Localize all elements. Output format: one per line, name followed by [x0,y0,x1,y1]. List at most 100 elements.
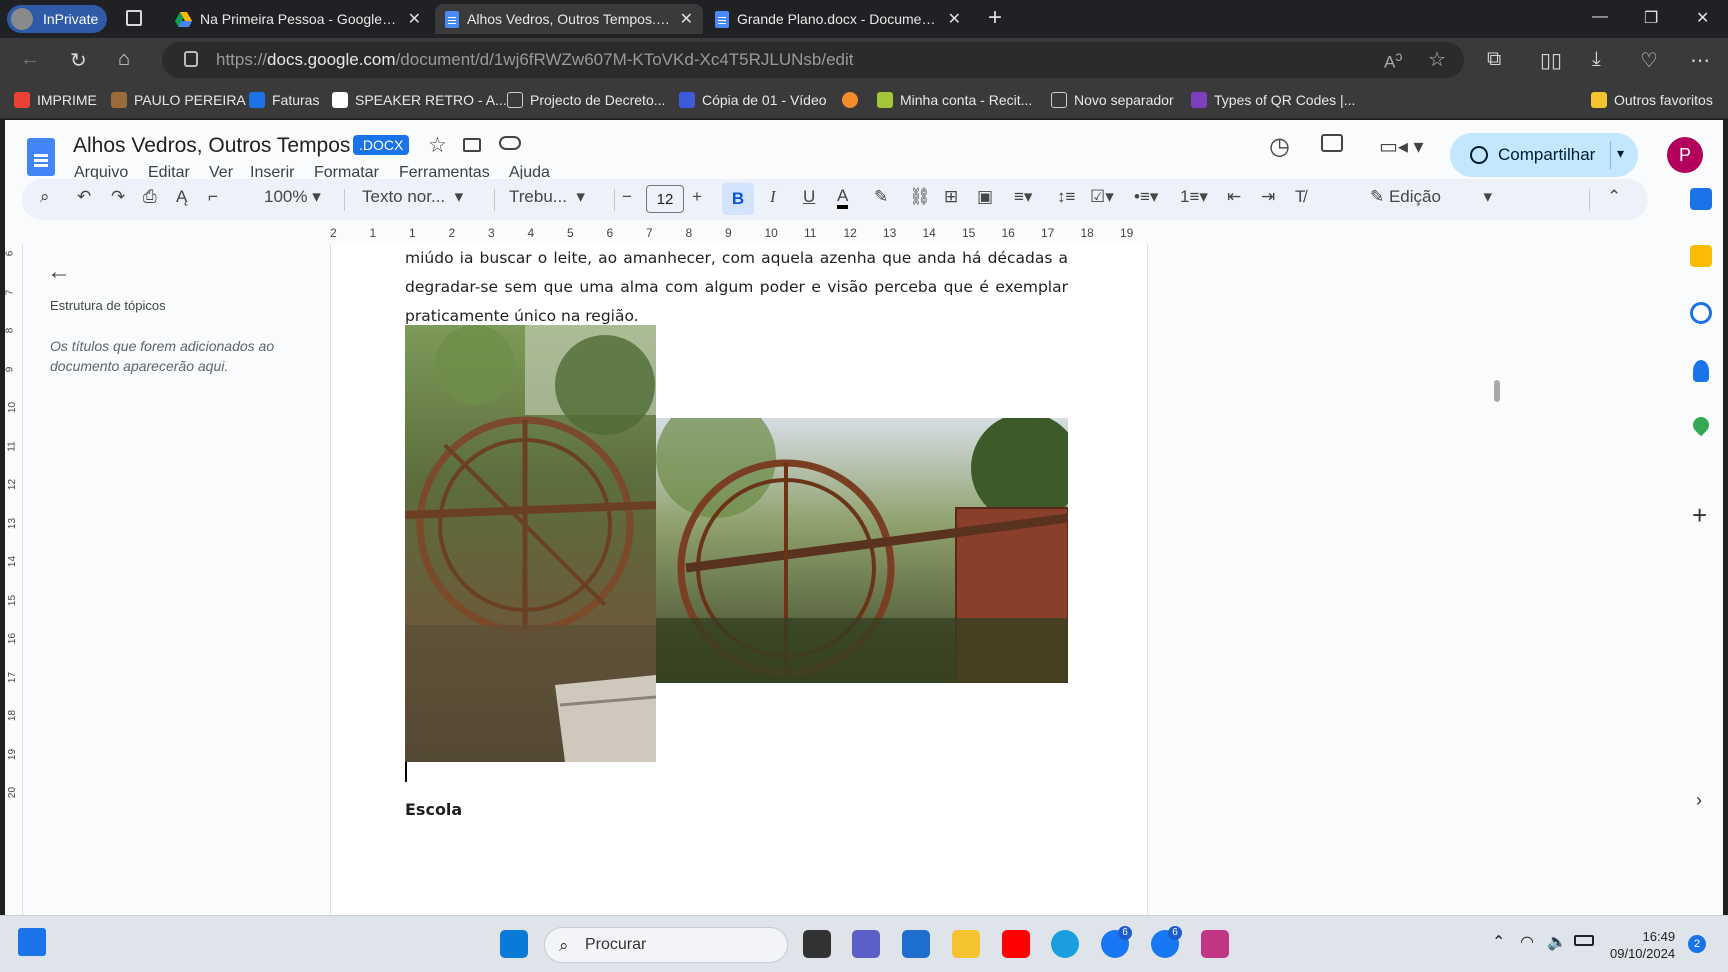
italic-icon[interactable]: I [770,187,776,207]
search-icon[interactable]: ⌕ [40,187,50,207]
collapse-menus-icon[interactable]: ⌃ [1607,187,1621,207]
widgets-icon[interactable] [18,928,46,956]
clear-formatting-icon[interactable]: T̸ [1295,187,1305,207]
expand-panel-icon[interactable]: › [1696,790,1702,811]
more-menu-icon[interactable]: ⋯ [1690,48,1710,73]
horizontal-ruler[interactable]: 2 1 1 2 3 4 5 6 7 8 9 10 11 12 13 14 15 16 17 18 19 [326,226,1356,244]
tab-google-drive[interactable]: Na Primeira Pessoa - Google Drive ✕ [165,4,431,34]
minimize-icon[interactable]: — [1592,8,1608,26]
checklist-icon[interactable]: ☑▾ [1090,187,1114,207]
bookmark-faturas[interactable]: Faturas [249,92,319,108]
close-window-icon[interactable]: ✕ [1696,8,1709,28]
highlight-icon[interactable]: ✎ [874,187,888,207]
body-paragraph[interactable]: miúdo ia buscar o leite, ao amanhecer, c… [405,244,1068,331]
spellcheck-icon[interactable]: Ą [176,187,187,207]
decrease-font-icon[interactable]: − [622,187,632,207]
url-input[interactable]: https://docs.google.com/document/d/1wj6f… [162,42,1464,78]
align-icon[interactable]: ≡▾ [1014,187,1032,207]
back-icon[interactable]: ← [20,48,40,71]
bookmark-projecto-decreto[interactable]: Projecto de Decreto... [507,92,665,108]
downloads-icon[interactable]: ⤓ [1592,48,1601,71]
close-tab-icon[interactable]: ✕ [680,9,693,29]
read-aloud-icon[interactable]: Aↄ [1384,49,1402,73]
task-view-icon[interactable] [803,930,831,958]
document-scrollbar[interactable] [1494,380,1500,402]
zoom-select[interactable]: 100% ▾ [264,187,321,207]
close-tab-icon[interactable]: ✕ [948,9,961,29]
browser-essentials-icon[interactable]: ♡ [1640,48,1658,73]
other-favorites[interactable]: Outros favoritos [1591,92,1713,108]
volume-icon[interactable]: 🔈 [1547,932,1567,952]
tab-actions-icon[interactable] [126,10,142,26]
add-addon-icon[interactable]: + [1692,500,1707,531]
wifi-icon[interactable]: ◠ [1520,932,1534,952]
share-dropdown-icon[interactable]: ▾ [1617,145,1624,162]
section-heading[interactable]: Escola [405,800,462,819]
contacts-icon[interactable] [1693,360,1709,382]
bookmark-qr-codes[interactable]: Types of QR Codes |... [1191,92,1355,108]
photo-waterwheel-horizontal[interactable] [656,418,1068,683]
inprivate-button[interactable]: InPrivate [7,5,107,33]
decrease-indent-icon[interactable]: ⇤ [1227,187,1241,207]
bulleted-list-icon[interactable]: •≡▾ [1134,187,1158,207]
photo-waterwheel-vertical[interactable] [405,325,656,762]
insert-image-icon[interactable]: ▣ [977,187,993,207]
split-screen-icon[interactable]: ▯▯ [1540,48,1562,73]
taskbar-search-input[interactable]: ⌕ Procurar [544,927,788,963]
bookmark-speaker-retro[interactable]: SPEAKER RETRO - A... [332,92,507,108]
edge-icon[interactable] [1051,930,1079,958]
bookmark-copia-video[interactable]: Cópia de 01 - Vídeo [679,92,827,108]
redo-icon[interactable]: ↷ [111,187,125,207]
paint-format-icon[interactable]: ⌐ [208,187,218,207]
cloud-status-icon[interactable] [499,136,521,150]
text-color-icon[interactable]: A [837,187,849,209]
font-size-input[interactable]: 12 [646,185,684,213]
underline-icon[interactable]: U [803,187,815,207]
increase-font-icon[interactable]: + [692,187,702,207]
extensions-icon[interactable]: ⧉ [1487,48,1501,71]
docs-logo-icon[interactable] [27,138,55,176]
notification-badge[interactable]: 2 [1688,935,1706,953]
maps-icon[interactable] [1689,413,1713,437]
taskbar-clock[interactable]: 16:49 09/10/2024 [1610,928,1675,962]
font-select[interactable]: Trebu... ▾ [509,187,585,207]
close-tab-icon[interactable]: ✕ [408,9,421,29]
tasks-icon[interactable] [1690,302,1712,324]
start-icon[interactable] [500,930,528,958]
document-page[interactable]: miúdo ia buscar o leite, ao amanhecer, c… [330,244,1148,915]
document-title[interactable]: Alhos Vedros, Outros Tempos [73,134,350,158]
version-history-icon[interactable]: ◷ [1269,132,1290,161]
store-icon[interactable] [902,930,930,958]
star-icon[interactable]: ☆ [428,133,447,158]
calendar-icon[interactable] [1690,188,1712,210]
print-icon[interactable]: ⎙ [143,187,157,207]
refresh-icon[interactable]: ↻ [70,48,87,73]
bookmark-paulo-pereira[interactable]: PAULO PEREIRA [111,92,246,108]
line-spacing-icon[interactable]: ↕≡ [1057,187,1075,207]
bookmark-novo-separador[interactable]: Novo separador [1051,92,1174,108]
new-tab-icon[interactable]: + [988,4,1002,32]
undo-icon[interactable]: ↶ [77,187,91,207]
link-icon[interactable]: ⛓ [909,187,931,207]
numbered-list-icon[interactable]: 1≡▾ [1180,187,1208,207]
tab-alhos-vedros[interactable]: Alhos Vedros, Outros Tempos.docx ✕ [435,4,703,34]
move-folder-icon[interactable] [463,138,481,152]
comments-icon[interactable] [1321,134,1343,152]
restore-icon[interactable]: ❐ [1644,8,1658,28]
bookmark-minha-conta[interactable]: Minha conta - Recit... [877,92,1032,108]
tray-chevron-icon[interactable]: ⌃ [1492,932,1505,952]
tab-grande-plano[interactable]: Grande Plano.docx - Documentos ✕ [705,4,971,34]
editing-mode-select[interactable]: ✎ Edição ▾ [1370,187,1492,207]
home-icon[interactable]: ⌂ [118,48,130,71]
instagram-icon[interactable] [1201,930,1229,958]
favorite-star-icon[interactable]: ☆ [1428,47,1446,72]
close-outline-icon[interactable]: ← [47,258,71,286]
bookmark-orange[interactable] [842,92,865,108]
battery-icon[interactable] [1574,935,1594,946]
bookmark-imprime[interactable]: IMPRIME [14,92,97,108]
bold-button[interactable]: B [722,183,754,215]
style-select[interactable]: Texto nor... ▾ [362,187,463,207]
add-comment-icon[interactable]: ⊞ [944,187,958,207]
meet-icon[interactable]: ▭◂ ▾ [1379,134,1424,159]
account-avatar[interactable]: P [1667,137,1703,173]
